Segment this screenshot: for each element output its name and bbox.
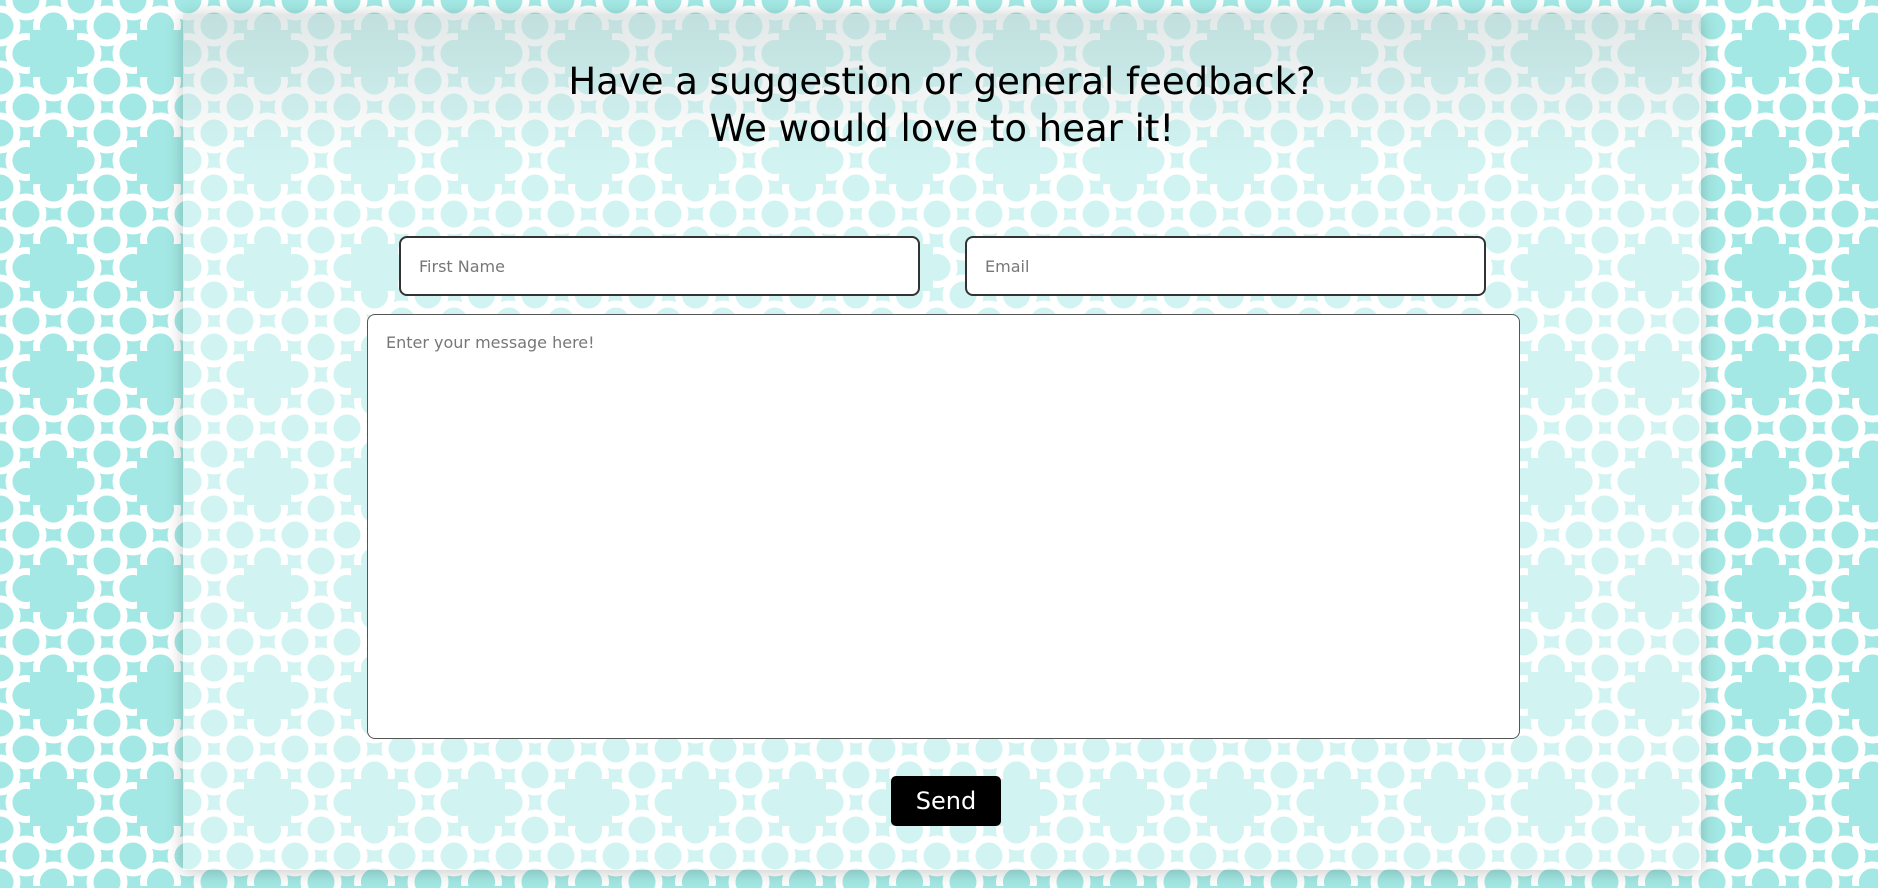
send-button[interactable]: Send <box>891 776 1001 826</box>
email-input[interactable] <box>965 236 1486 296</box>
first-name-input[interactable] <box>399 236 920 296</box>
heading-line-1: Have a suggestion or general feedback? <box>568 60 1316 103</box>
message-textarea[interactable] <box>367 314 1520 739</box>
page-heading: Have a suggestion or general feedback? W… <box>183 58 1701 152</box>
heading-line-2: We would love to hear it! <box>709 107 1175 150</box>
feedback-card: Have a suggestion or general feedback? W… <box>183 14 1701 870</box>
